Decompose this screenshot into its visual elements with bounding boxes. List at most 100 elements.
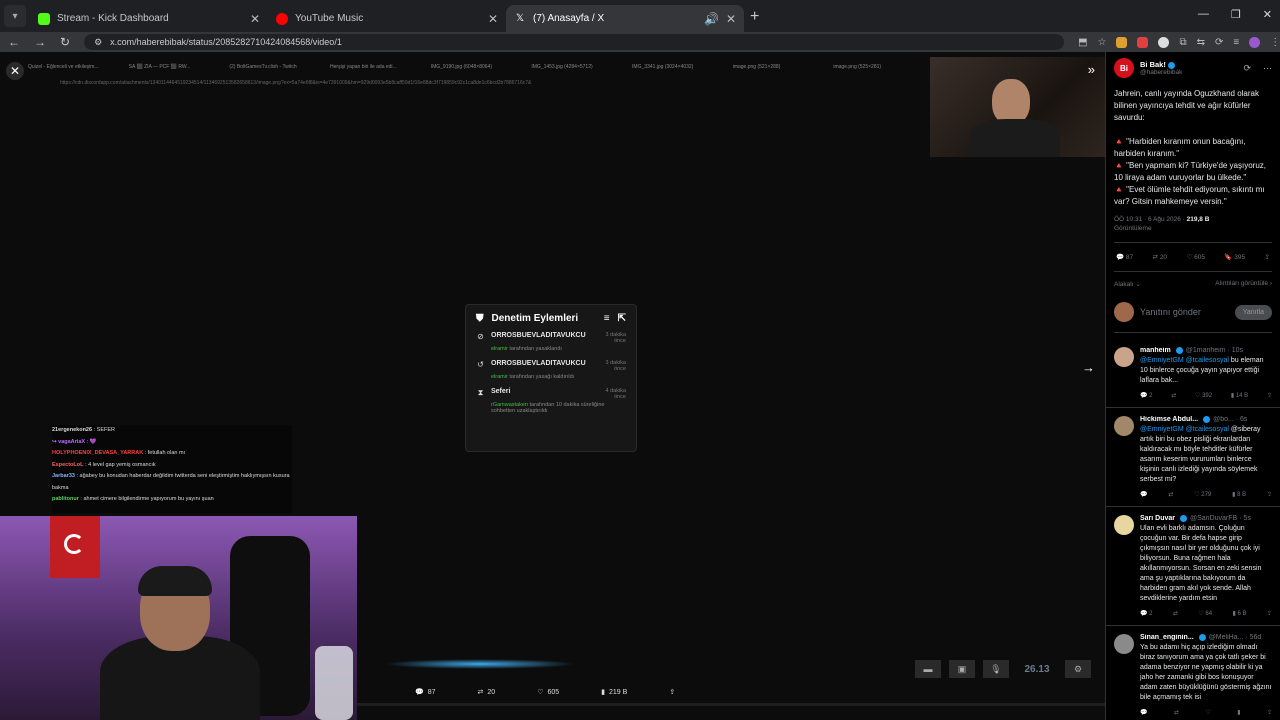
avatar[interactable] xyxy=(1114,347,1134,367)
avatar[interactable] xyxy=(1114,416,1134,436)
author-name[interactable]: Bi Bak! xyxy=(1140,60,1166,69)
like-button[interactable]: ♡ 84 xyxy=(1198,610,1212,617)
popout-icon[interactable]: ⇱ xyxy=(618,313,626,324)
close-icon[interactable]: ✕ xyxy=(726,12,736,26)
translate-icon[interactable]: ⇆ xyxy=(1197,37,1205,48)
expand-sidebar-icon[interactable]: » xyxy=(1088,62,1095,77)
tab-youtube-music[interactable]: YouTube Music ✕ xyxy=(268,5,506,32)
reply-author[interactable]: Hickimse Abdul... xyxy=(1140,416,1198,423)
verified-badge-icon xyxy=(1167,61,1175,69)
star-icon[interactable]: ☆ xyxy=(1098,37,1107,48)
restore-icon[interactable]: ❐ xyxy=(1231,8,1241,21)
puzzle-icon[interactable]: ⧉ xyxy=(1179,37,1186,48)
close-media-button[interactable]: ✕ xyxy=(6,62,24,80)
inner-tab: SA ⬛ ZIA — PCF ⬛ RW... xyxy=(128,64,191,70)
avatar[interactable] xyxy=(1114,515,1134,535)
reply-button[interactable]: 💬 2 xyxy=(1140,392,1152,399)
reply-author[interactable]: Sarı Duvar xyxy=(1140,515,1175,522)
close-icon[interactable]: ✕ xyxy=(488,12,498,26)
chat-text: 4 level gap yemiş osmancık xyxy=(88,461,156,468)
reply-item[interactable]: Sarı Duvar @SariDuvarFB · 5s Ulan evli ba… xyxy=(1106,507,1280,626)
like-button[interactable]: ♡ xyxy=(1205,709,1210,716)
repost-button[interactable]: ⇄ xyxy=(1173,610,1178,617)
view-quotes-link[interactable]: Alıntıları görüntüle › xyxy=(1215,280,1272,288)
grok-icon[interactable]: ⟳ xyxy=(1243,63,1251,74)
chat-message: ↪ vagaAriaX : 💜 xyxy=(52,438,97,445)
close-icon[interactable]: ✕ xyxy=(250,12,260,26)
reload-icon[interactable]: ↻ xyxy=(60,35,70,49)
reply-author[interactable]: Sinan_enginin... xyxy=(1140,634,1194,641)
url-input[interactable]: ⚙ x.com/haberebibak/status/2085282710424… xyxy=(84,34,1065,50)
tab-x[interactable]: 𝕏 (7) Anasayfa / X 🔊 ✕ xyxy=(506,5,744,32)
chat-hud-icon: ▬ xyxy=(915,660,941,678)
reply-input[interactable]: Yanıtını gönder xyxy=(1140,307,1229,317)
reply-icon: 💬 xyxy=(415,689,424,696)
reply-button[interactable]: 💬 2 xyxy=(1140,610,1152,617)
views-action[interactable]: ▮ 219 B xyxy=(601,688,627,697)
views-button[interactable]: ▮ 6 B xyxy=(1233,610,1247,617)
repost-button[interactable]: ⇄ xyxy=(1171,392,1176,399)
repost-button[interactable]: ⇄ xyxy=(1168,491,1173,498)
reply-button[interactable]: 💬 xyxy=(1140,491,1147,498)
next-arrow-icon[interactable]: → xyxy=(1082,360,1095,375)
red-extension-icon[interactable] xyxy=(1137,36,1149,48)
like-button[interactable]: ♡ 392 xyxy=(1195,392,1212,399)
views-button[interactable]: ▮ 14 B xyxy=(1231,392,1248,399)
back-icon[interactable]: ← xyxy=(8,35,20,49)
shield-extension-icon[interactable] xyxy=(1158,36,1170,48)
like-action[interactable]: ♡ 605 xyxy=(537,688,559,697)
reply-submit-button[interactable]: Yanıtla xyxy=(1234,304,1272,320)
share-icon[interactable]: ⇪ xyxy=(1267,491,1272,498)
tab-search-button[interactable]: ▾ xyxy=(4,5,26,27)
sort-dropdown[interactable]: Alakalı ⌄ xyxy=(1114,280,1141,288)
reply-author[interactable]: manheim xyxy=(1140,347,1171,354)
author-handle[interactable]: @haberebibak xyxy=(1140,69,1237,76)
mod-actor: elramir xyxy=(491,374,508,380)
forward-icon[interactable]: → xyxy=(34,35,46,49)
share-action[interactable]: ⇪ xyxy=(669,688,675,696)
repost-button[interactable]: ⇄ 20 xyxy=(1153,253,1168,261)
pen-extension-icon[interactable] xyxy=(1116,36,1128,48)
sync-icon[interactable]: ⟳ xyxy=(1215,37,1223,48)
repost-action[interactable]: ⇄ 20 xyxy=(478,688,496,697)
views-button[interactable]: ▮ xyxy=(1237,709,1240,716)
reply-button[interactable]: 💬 xyxy=(1140,709,1147,716)
tab-kick[interactable]: Stream - Kick Dashboard ✕ xyxy=(30,5,268,32)
more-icon[interactable]: ⋯ xyxy=(1263,63,1272,74)
x-logo-icon: 𝕏 xyxy=(515,12,525,24)
site-info-icon[interactable]: ⚙ xyxy=(94,37,102,48)
reply-item[interactable]: Sinan_enginin... @MeliHa... · 56d Ya bu a… xyxy=(1106,626,1280,720)
speaker-icon[interactable]: 🔊 xyxy=(704,12,719,26)
chat-username: Jarbar33 xyxy=(52,473,75,479)
install-icon[interactable]: ⬒ xyxy=(1078,37,1087,48)
media-viewer: ✕ Quizel - Eğlenceli ve etkileşim... SA … xyxy=(0,52,1105,720)
close-window-icon[interactable]: ✕ xyxy=(1263,8,1272,21)
more-menu-icon[interactable]: ⋮ xyxy=(1270,37,1280,48)
share-icon[interactable]: ⇪ xyxy=(1267,709,1272,716)
reply-sort-row: Alakalı ⌄ Alıntıları görüntüle › xyxy=(1114,272,1272,296)
filter-icon[interactable]: ≡ xyxy=(604,313,610,324)
mod-target-user: ORROSBUEVLADITAVUKCU xyxy=(491,332,586,339)
reply-item[interactable]: manheim @1manheim · 10s @EmniyetGM @tcaile… xyxy=(1106,339,1280,408)
reply-mention[interactable]: @EmniyetGM @tcailesosyal xyxy=(1140,357,1229,364)
reply-button[interactable]: 💬 87 xyxy=(1116,253,1133,261)
reply-action[interactable]: 💬 87 xyxy=(415,688,436,697)
share-icon[interactable]: ⇪ xyxy=(1267,392,1272,399)
bookmark-button[interactable]: 🔖 395 xyxy=(1224,253,1245,261)
like-button[interactable]: ♡ 605 xyxy=(1186,253,1205,261)
avatar[interactable] xyxy=(1114,634,1134,654)
minimize-icon[interactable]: — xyxy=(1198,8,1209,21)
profile-avatar[interactable] xyxy=(1249,36,1261,48)
share-icon[interactable]: ⇪ xyxy=(1265,253,1270,261)
new-tab-button[interactable]: + xyxy=(750,8,759,26)
video-progress-bar[interactable] xyxy=(357,703,1105,706)
menu-list-icon[interactable]: ≡ xyxy=(1233,37,1239,48)
views-button[interactable]: ▮ 8 B xyxy=(1232,491,1246,498)
like-button[interactable]: ♡ 279 xyxy=(1194,491,1211,498)
avatar[interactable]: Bi xyxy=(1114,58,1134,78)
repost-button[interactable]: ⇄ xyxy=(1174,709,1179,716)
share-icon[interactable]: ⇪ xyxy=(1267,610,1272,617)
reply-mention[interactable]: @EmniyetGM @tcailesosyal xyxy=(1140,426,1229,433)
chat-message: EspectoLoL : 4 level gap yemiş osmancık xyxy=(52,461,156,468)
reply-item[interactable]: Hickimse Abdul... @bo... · 6s @EmniyetGM @… xyxy=(1106,408,1280,507)
